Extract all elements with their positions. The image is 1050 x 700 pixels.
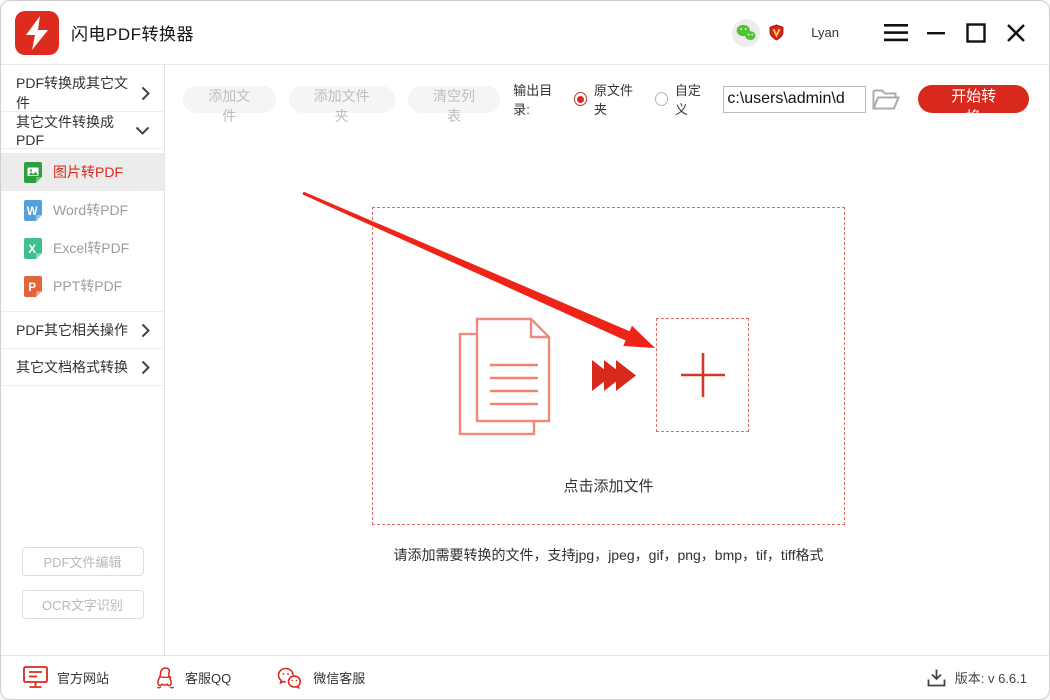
main-panel: 添加文件 添加文件夹 清空列表 输出目录: 原文件夹 自定义 xyxy=(165,65,1049,655)
radio-custom[interactable]: 自定义 xyxy=(655,80,712,118)
ppt-file-icon: P xyxy=(23,275,43,298)
monitor-icon xyxy=(23,666,48,689)
download-icon[interactable] xyxy=(927,668,946,687)
svg-text:W: W xyxy=(27,206,38,218)
drop-area[interactable]: 点击添加文件 xyxy=(372,207,845,525)
output-directory-label: 输出目录: xyxy=(513,80,566,118)
sidebar-section-pdf-operations[interactable]: PDF其它相关操作 xyxy=(1,312,164,349)
add-file-button[interactable]: 添加文件 xyxy=(183,86,276,113)
sidebar-section-label: 其它文档格式转换 xyxy=(16,357,128,377)
app-logo-icon xyxy=(15,11,59,55)
toolbar: 添加文件 添加文件夹 清空列表 输出目录: 原文件夹 自定义 xyxy=(183,85,1029,113)
word-file-icon: W xyxy=(23,199,43,222)
browse-folder-button[interactable] xyxy=(872,89,900,110)
sidebar-section-label: PDF转换成其它文件 xyxy=(16,73,141,113)
documents-stack-icon xyxy=(457,316,565,438)
footer-link-label: 客服QQ xyxy=(185,668,231,687)
sidebar-submenu: 图片转PDF W Word转PDF X Exce xyxy=(1,149,164,312)
sidebar: PDF转换成其它文件 其它文件转换成PDF 图片转PDF xyxy=(1,65,165,655)
output-path-input[interactable] xyxy=(723,86,866,113)
sidebar-item-excel-to-pdf[interactable]: X Excel转PDF xyxy=(1,229,164,267)
close-button[interactable] xyxy=(1001,18,1031,48)
folder-icon xyxy=(872,89,900,110)
excel-file-icon: X xyxy=(23,237,43,260)
sidebar-section-pdf-to-other[interactable]: PDF转换成其它文件 xyxy=(1,75,164,112)
sidebar-item-word-to-pdf[interactable]: W Word转PDF xyxy=(1,191,164,229)
titlebar: 闪电PDF转换器 Lyan xyxy=(1,1,1049,65)
chevron-right-icon xyxy=(141,360,150,375)
sidebar-item-label: Excel转PDF xyxy=(53,238,129,258)
footer-link-label: 官方网站 xyxy=(57,668,109,687)
svg-text:P: P xyxy=(28,282,36,294)
body: PDF转换成其它文件 其它文件转换成PDF 图片转PDF xyxy=(1,65,1049,655)
chevron-down-icon xyxy=(135,126,150,135)
ocr-button[interactable]: OCR文字识别 xyxy=(22,590,144,619)
sidebar-item-ppt-to-pdf[interactable]: P PPT转PDF xyxy=(1,267,164,305)
image-file-icon xyxy=(23,161,43,184)
click-to-add-hint: 点击添加文件 xyxy=(373,475,844,496)
close-icon xyxy=(1006,23,1026,43)
app-title: 闪电PDF转换器 xyxy=(71,20,194,45)
minimize-button[interactable] xyxy=(921,18,951,48)
sidebar-item-label: 图片转PDF xyxy=(53,162,123,182)
clear-list-button[interactable]: 清空列表 xyxy=(408,86,501,113)
add-folder-button[interactable]: 添加文件夹 xyxy=(289,86,395,113)
radio-dot xyxy=(574,92,587,106)
titlebar-right: Lyan xyxy=(732,18,1031,48)
qq-support-link[interactable]: 客服QQ xyxy=(155,666,231,690)
app-window: 闪电PDF转换器 Lyan xyxy=(0,0,1050,700)
wechat-avatar-icon[interactable] xyxy=(732,19,760,47)
chevron-right-icon xyxy=(141,86,150,101)
supported-formats-hint: 请添加需要转换的文件，支持jpg，jpeg，gif，png，bmp，tif，ti… xyxy=(347,545,870,565)
svg-text:X: X xyxy=(28,244,36,256)
footer-link-label: 微信客服 xyxy=(313,668,365,687)
wechat-bubbles-icon xyxy=(277,667,304,689)
maximize-button[interactable] xyxy=(961,18,991,48)
radio-label: 自定义 xyxy=(675,80,711,118)
sidebar-spacer xyxy=(1,386,164,547)
sidebar-section-label: PDF其它相关操作 xyxy=(16,320,128,340)
output-directory-group: 输出目录: 原文件夹 自定义 xyxy=(513,80,1029,118)
sidebar-section-other-to-pdf[interactable]: 其它文件转换成PDF xyxy=(1,112,164,149)
username[interactable]: Lyan xyxy=(811,25,839,40)
chevron-right-icon xyxy=(141,323,150,338)
sidebar-bottom-buttons: PDF文件编辑 OCR文字识别 xyxy=(1,547,164,655)
sidebar-section-label: 其它文件转换成PDF xyxy=(16,112,135,148)
official-website-link[interactable]: 官方网站 xyxy=(23,666,109,689)
hamburger-icon xyxy=(884,24,908,42)
radio-label: 原文件夹 xyxy=(594,80,643,118)
radio-dot xyxy=(655,92,668,106)
sidebar-item-image-to-pdf[interactable]: 图片转PDF xyxy=(1,153,164,191)
minimize-icon xyxy=(927,31,945,35)
maximize-icon xyxy=(966,23,986,43)
qq-penguin-icon xyxy=(155,666,176,690)
plus-icon xyxy=(679,351,727,399)
add-file-dropzone-button[interactable] xyxy=(656,318,749,432)
pdf-edit-button[interactable]: PDF文件编辑 xyxy=(22,547,144,576)
sidebar-item-label: PPT转PDF xyxy=(53,276,122,296)
version-info: 版本: v 6.6.1 xyxy=(927,668,1027,687)
sidebar-item-label: Word转PDF xyxy=(53,200,128,220)
vip-badge-icon[interactable] xyxy=(768,24,785,41)
sidebar-section-doc-format-convert[interactable]: 其它文档格式转换 xyxy=(1,349,164,386)
version-label: 版本: v 6.6.1 xyxy=(955,668,1027,687)
footer: 官方网站 客服QQ 微信客服 xyxy=(1,655,1049,699)
menu-button[interactable] xyxy=(881,18,911,48)
radio-source-folder[interactable]: 原文件夹 xyxy=(574,80,643,118)
wechat-support-link[interactable]: 微信客服 xyxy=(277,667,365,689)
fast-forward-icon xyxy=(592,360,638,391)
start-convert-button[interactable]: 开始转换 xyxy=(918,85,1029,113)
